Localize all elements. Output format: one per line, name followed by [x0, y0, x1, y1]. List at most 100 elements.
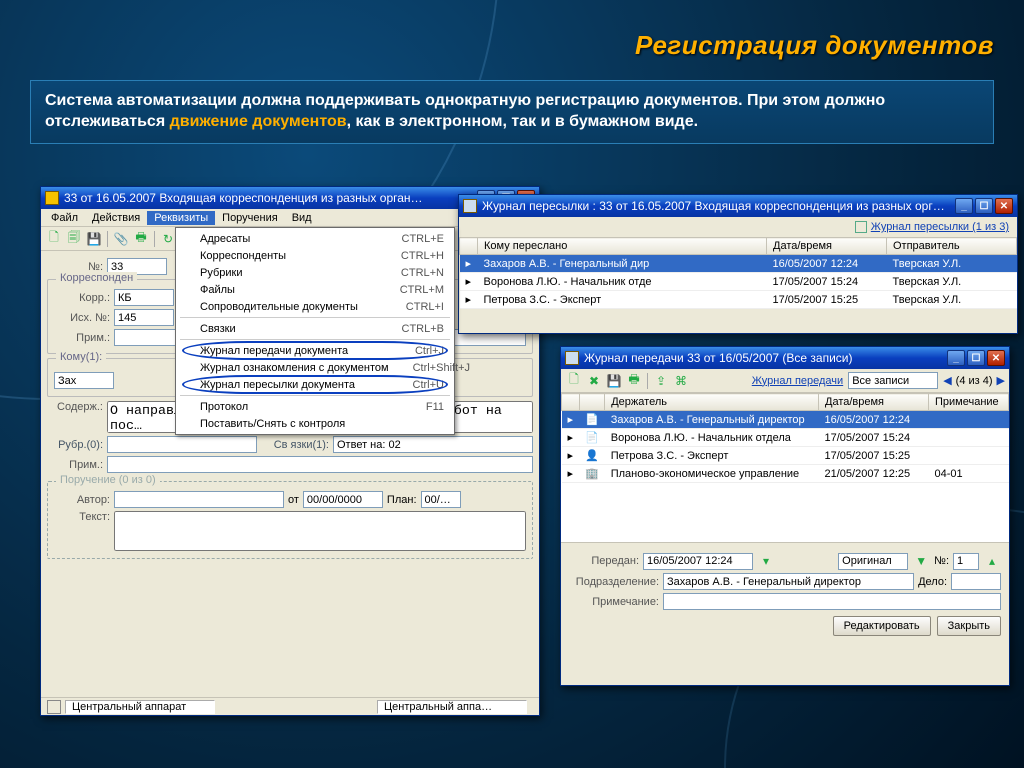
col-who[interactable]: Кому переслано: [478, 238, 767, 255]
input-rubrik[interactable]: [107, 436, 257, 453]
col-dt[interactable]: Дата/время: [767, 238, 887, 255]
table-row[interactable]: ▸Петрова З.С. - Эксперт17/05/2007 15:25Т…: [460, 291, 1017, 309]
menu-porucheniya[interactable]: Поручения: [215, 211, 285, 225]
menu-item[interactable]: СвязкиCTRL+B: [176, 320, 454, 337]
label-peredan: Передан:: [569, 555, 639, 567]
window-transfer-journal: Журнал передачи 33 от 16/05/2007 (Все за…: [560, 346, 1010, 686]
input-korr[interactable]: [114, 289, 174, 306]
btn-edit[interactable]: Редактировать: [833, 616, 931, 636]
input-svyazki[interactable]: [333, 436, 533, 453]
input-plan-date[interactable]: [421, 491, 461, 508]
input-prim3[interactable]: [663, 593, 1001, 610]
menu-item[interactable]: ФайлыCTRL+M: [176, 281, 454, 298]
tool-copy-icon[interactable]: 🗐: [65, 230, 83, 248]
label-korr: Корр.:: [54, 292, 110, 304]
input-avtor[interactable]: [114, 491, 284, 508]
window-forward-journal: Журнал пересылки : 33 от 16.05.2007 Вход…: [458, 194, 1018, 334]
tool-new-icon[interactable]: 🗋: [45, 230, 63, 248]
menu-item[interactable]: ПротоколF11: [176, 398, 454, 415]
tool-print-icon[interactable]: 🖶: [132, 230, 150, 248]
menu-item[interactable]: Журнал передачи документаCtrl+J: [176, 342, 454, 359]
menu-actions[interactable]: Действия: [85, 211, 147, 225]
label-avtor: Автор:: [54, 494, 110, 506]
label-rubrik[interactable]: Рубр.(0):: [47, 439, 103, 451]
calendar-icon[interactable]: ▾: [757, 552, 775, 570]
btn-close[interactable]: Закрыть: [937, 616, 1001, 636]
input-peredan[interactable]: [643, 553, 753, 570]
table-row[interactable]: ▸📄Захаров А.В. - Генеральный директор16/…: [562, 411, 1009, 429]
menu-vid[interactable]: Вид: [285, 211, 319, 225]
menu-item[interactable]: РубрикиCTRL+N: [176, 264, 454, 281]
label-tekst: Текст:: [54, 511, 110, 523]
tool-save-icon[interactable]: 💾: [85, 230, 103, 248]
titlebar-forward[interactable]: Журнал пересылки : 33 от 16.05.2007 Вход…: [459, 195, 1017, 217]
menu-file[interactable]: Файл: [44, 211, 85, 225]
chevron-down-icon[interactable]: ▼: [912, 552, 930, 570]
table-row[interactable]: ▸🏢Планово-экономическое управление21/05/…: [562, 465, 1009, 483]
tool-save-icon[interactable]: 💾: [605, 372, 623, 390]
close-button[interactable]: ✕: [995, 198, 1013, 214]
minimize-button[interactable]: _: [947, 350, 965, 366]
col-sender[interactable]: Отправитель: [887, 238, 1017, 255]
input-prim2[interactable]: [107, 456, 533, 473]
label-number: №:: [47, 261, 103, 273]
slide-title: Регистрация документов: [635, 30, 994, 61]
group-poruchenie-label: Поручение (0 из 0): [56, 474, 160, 486]
input-delo[interactable]: [951, 573, 1001, 590]
title-forward: Журнал пересылки : 33 от 16.05.2007 Вход…: [482, 199, 953, 213]
close-button[interactable]: ✕: [987, 350, 1005, 366]
titlebar-transfer[interactable]: Журнал передачи 33 от 16/05/2007 (Все за…: [561, 347, 1009, 369]
input-podrazd[interactable]: [663, 573, 914, 590]
tool-export-icon[interactable]: ⇪: [652, 372, 670, 390]
maximize-button[interactable]: ☐: [967, 350, 985, 366]
table-row[interactable]: ▸Захаров А.В. - Генеральный дир16/05/200…: [460, 255, 1017, 273]
menu-item[interactable]: КорреспондентыCTRL+H: [176, 247, 454, 264]
tool-print-icon[interactable]: 🖶: [625, 372, 643, 390]
minimize-button[interactable]: _: [955, 198, 973, 214]
menu-item[interactable]: Журнал пересылки документаCtrl+U: [176, 376, 454, 393]
statusbar-main: Центральный аппарат Центральный аппа…: [41, 697, 539, 715]
forward-grid[interactable]: Кому переслано Дата/время Отправитель ▸З…: [459, 237, 1017, 309]
menu-item[interactable]: Сопроводительные документыCTRL+I: [176, 298, 454, 315]
table-row[interactable]: ▸👤Петрова З.С. - Эксперт17/05/2007 15:25: [562, 447, 1009, 465]
menu-rekvizity[interactable]: Реквизиты: [147, 211, 215, 225]
forward-header-link[interactable]: Журнал пересылки (1 из 3): [871, 221, 1009, 233]
menu-item[interactable]: Поставить/Снять с контроля: [176, 415, 454, 432]
menu-rekvizity-popup: АдресатыCTRL+EКорреспондентыCTRL+HРубрик…: [175, 227, 455, 435]
slide-body-text: Система автоматизации должна поддерживат…: [30, 80, 994, 144]
forward-header-link-row: Журнал пересылки (1 из 3): [459, 217, 1017, 237]
col-note[interactable]: Примечание: [929, 394, 1009, 411]
tool-del-icon[interactable]: ✖: [585, 372, 603, 390]
transfer-counter: (4 из 4): [956, 375, 993, 387]
nav-next-icon[interactable]: ▶: [997, 374, 1005, 387]
label-svyazki[interactable]: Св язки(1):: [261, 439, 329, 451]
table-row[interactable]: ▸📄Воронова Л.Ю. - Начальник отдела17/05/…: [562, 429, 1009, 447]
transfer-filter-label[interactable]: Журнал передачи: [752, 375, 843, 387]
input-tekst[interactable]: [114, 511, 526, 551]
tool-filter-icon[interactable]: ⌘: [672, 372, 690, 390]
tool-attach-icon[interactable]: 📎: [112, 230, 130, 248]
label-soderj: Содерж.:: [47, 401, 103, 413]
input-isx[interactable]: [114, 309, 174, 326]
label-ot: от: [288, 494, 299, 506]
menu-item[interactable]: Журнал ознакомления с документомCtrl+Shi…: [176, 359, 454, 376]
input-nn[interactable]: [953, 553, 979, 570]
col-dt[interactable]: Дата/время: [819, 394, 929, 411]
stepper-up-icon[interactable]: ▴: [983, 552, 1001, 570]
input-original[interactable]: [838, 553, 908, 570]
tool-new-icon[interactable]: 🗋: [565, 372, 583, 390]
group-komu-label: Кому(1):: [56, 351, 106, 363]
toolbar-transfer: 🗋 ✖ 💾 🖶 ⇪ ⌘ Журнал передачи ◀ (4 из 4) ▶: [561, 369, 1009, 393]
label-prim2: Прим.:: [47, 459, 103, 471]
nav-prev-icon[interactable]: ◀: [943, 374, 951, 387]
menu-item[interactable]: АдресатыCTRL+E: [176, 230, 454, 247]
title-main: 33 от 16.05.2007 Входящая корреспонденци…: [64, 191, 475, 205]
col-holder[interactable]: Держатель: [605, 394, 819, 411]
transfer-filter-value[interactable]: [848, 372, 938, 389]
label-prim: Прим.:: [54, 332, 110, 344]
maximize-button[interactable]: ☐: [975, 198, 993, 214]
input-ot-date[interactable]: [303, 491, 383, 508]
transfer-grid[interactable]: Держатель Дата/время Примечание ▸📄Захаро…: [561, 393, 1009, 483]
input-komu[interactable]: [54, 372, 114, 389]
table-row[interactable]: ▸Воронова Л.Ю. - Начальник отде17/05/200…: [460, 273, 1017, 291]
